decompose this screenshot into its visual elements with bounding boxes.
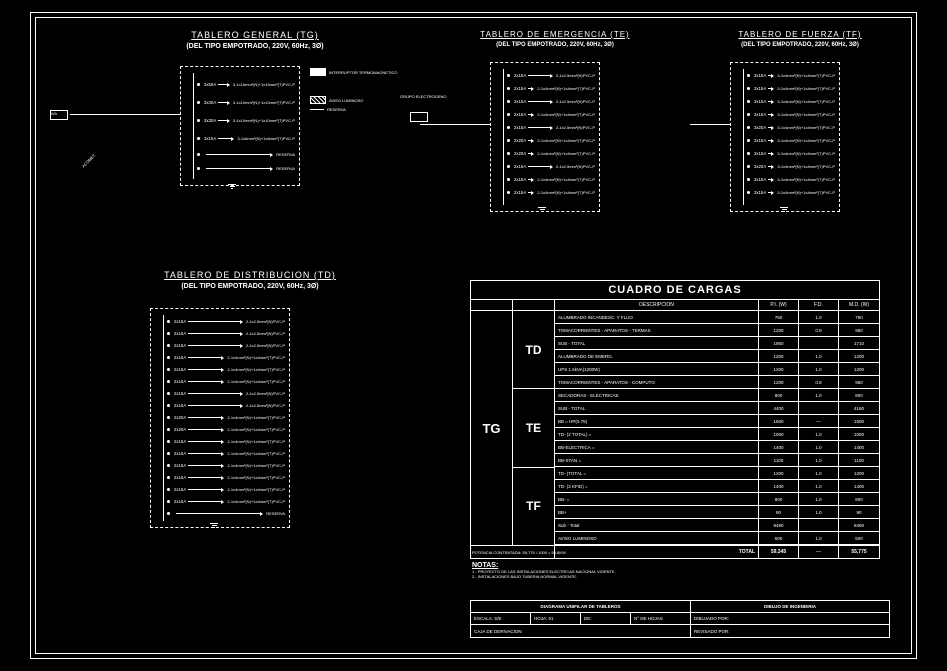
circuit-C-4: 2x15A2-1x4mm²(N)+1x4mm²(T)PVC-P [169, 351, 285, 363]
panel-te: TABLERO DE EMERGENCIA (TE) (DEL TIPO EMP… [440, 30, 670, 214]
circuit-C-10: 2x15A2-1x4mm²(N)+1x4mm²(T)PVC-P [509, 186, 595, 199]
load-row: TD- (2 TOTAL) =10001.01000 [555, 428, 879, 441]
circuit-C-4: 3x15A3-1x4mm²(N)+1x4mm²(T)PVC-P [749, 108, 835, 121]
td-box: 2x15A2-1x2.5mm²(N)PVC-P2x15A2-1x2.5mm²(N… [150, 308, 290, 528]
circuit-C-17: RESERVA [169, 507, 285, 519]
notes: NOTAS: 1.- PROYECTO DE LAS INSTALACIONES… [472, 562, 752, 579]
circuit-C-7: 2x15A2-1x2.5mm²(N)PVC-P [169, 387, 285, 399]
load-row: BB- =8001.0800 [555, 493, 879, 506]
panel-tf-title: TABLERO DE FUERZA (TF) [700, 30, 900, 39]
circuit-C-9: 2x20A2-1x4mm²(N)+1x4mm²(T)PVC-P [169, 411, 285, 423]
load-row: BB = HP(0.75)1500—1500 [555, 415, 879, 428]
panel-tf: TABLERO DE FUERZA (TF) (DEL TIPO EMPOTRA… [700, 30, 900, 214]
load-row: BB-STAN =11001.01100 [555, 454, 879, 467]
circuit-C-4: 2x15A2-1x4mm²(N)+1x4mm²(T)PVC-P [509, 108, 595, 121]
circuit-C-7: 3x15A3-1x4mm²(N)+1x4mm²(T)PVC-P [749, 147, 835, 160]
circuit-C-1: 3x50A3-1x16mm²(N)+1x16mm²(T)PVC-P [199, 75, 295, 93]
panel-td-title: TABLERO DE DISTRIBUCION (TD) [100, 270, 400, 280]
contracted-power: POTENCIA CONTRATADA: 55,775 / 1000 = 55.… [472, 550, 566, 555]
load-row: ALUMBRADO INCANDESC. Y FLUO7501.0750 [555, 311, 879, 324]
circuit-C-1: 3x15A3-1x4mm²(N)+1x4mm²(T)PVC-P [749, 69, 835, 82]
circuit-C-16: 2x15A2-1x4mm²(N)+1x4mm²(T)PVC-P [169, 495, 285, 507]
circuit-C-3: 2x15A2-1x2.5mm²(N)PVC-P [169, 339, 285, 351]
circuit-C-1: 2x15A2-1x2.5mm²(N)PVC-P [169, 315, 285, 327]
circuit-C-10: 3x15A3-1x4mm²(N)+1x4mm²(T)PVC-P [749, 186, 835, 199]
circuit-C-5: 2x15A2-1x2.5mm²(N)PVC-P [509, 121, 595, 134]
circuit-C-6: 3x15A3-1x4mm²(N)+1x4mm²(T)PVC-P [749, 134, 835, 147]
tg-legend: INTERRUPTOR TERMOMAGNETICO AVISO LUMINOS… [310, 68, 398, 115]
load-row: TD- (2 KFID) =14001.01400 [555, 480, 879, 493]
circuit-C-12: 2x15A2-1x4mm²(N)+1x4mm²(T)PVC-P [169, 447, 285, 459]
load-row: BB-ELECTRICA =14001.01400 [555, 441, 879, 454]
panel-td: TABLERO DE DISTRIBUCION (TD) (DEL TIPO E… [100, 270, 400, 530]
circuit-C-11: 2x15A2-1x4mm²(N)+1x4mm²(T)PVC-P [169, 435, 285, 447]
circuit-C-2: 2x15A2-1x4mm²(N)+1x4mm²(T)PVC-P [509, 82, 595, 95]
circuit-C-15: 2x15A2-1x4mm²(N)+1x4mm²(T)PVC-P [169, 483, 285, 495]
load-row: TOMACORRIENTES - APARATOS - TERMAS12000.… [555, 324, 879, 337]
circuit-C-1: 2x15A2-1x2.5mm²(N)PVC-P [509, 69, 595, 82]
circuit-C-6: 2x15A2-1x4mm²(N)+1x4mm²(T)PVC-P [169, 375, 285, 387]
load-table-header: DESCRIPCION P.I. (W) F.D. M.D. (W) [471, 300, 879, 311]
load-row: TOMACORRIENTES - APARATOS - COMPUTO12000… [555, 376, 879, 389]
load-row: TD- (TOTAL =12001.01200 [555, 467, 879, 480]
circuit-C-7: 2x20A2-1x4mm²(N)+1x4mm²(T)PVC-P [509, 147, 595, 160]
load-row: SUB - TOTAL19501710 [555, 337, 879, 350]
te-box: 2x15A2-1x2.5mm²(N)PVC-P2x15A2-1x4mm²(N)+… [490, 62, 600, 212]
circuit-C-5: 3x20A3-1x4mm²(N)+1x4mm²(T)PVC-P [749, 121, 835, 134]
circuit-C-8: 3x20A3-1x4mm²(N)+1x4mm²(T)PVC-P [749, 160, 835, 173]
panel-tg-subtitle: (DEL TIPO EMPOTRADO, 220V, 60Hz, 3Ø) [110, 43, 400, 50]
load-row: ALUMBRADO DE EMERG.12001.01200 [555, 350, 879, 363]
circuit-C-9: 3x15A3-1x4mm²(N)+1x4mm²(T)PVC-P [749, 173, 835, 186]
load-table-title: CUADRO DE CARGAS [471, 281, 879, 300]
load-row: UPS 1.5kVA(1200W)12001.01200 [555, 363, 879, 376]
load-row: AVISO LUMINOSO5001.0500 [555, 532, 879, 545]
panel-te-subtitle: (DEL TIPO EMPOTRADO, 220V, 60Hz, 3Ø) [440, 42, 670, 48]
panel-tg: TABLERO GENERAL (TG) (DEL TIPO EMPOTRADO… [110, 30, 400, 198]
circuit-C-9: 2x15A2-1x4mm²(N)+1x4mm²(T)PVC-P [509, 173, 595, 186]
circuit-C-4: 3x15A3-1x6mm²(N)+1x6mm²(T)PVC-P [199, 129, 295, 147]
circuit-C-3: 3x30A3-1x10mm²(N)+1x10mm²(T)PVC-P [199, 111, 295, 129]
title-block: DIAGRAMA UNIFILAR DE TABLEROS DIBUJO DE … [470, 600, 890, 638]
circuit-C-2: 2x15A2-1x2.5mm²(N)PVC-P [169, 327, 285, 339]
panel-td-subtitle: (DEL TIPO EMPOTRADO, 220V, 60Hz, 3Ø) [100, 283, 400, 290]
circuit-C-3: 2x15A2-1x2.5mm²(N)PVC-P [509, 95, 595, 108]
load-row: SECADORAS - ELECTRICAS8001.0800 [555, 389, 879, 402]
panel-tf-subtitle: (DEL TIPO EMPOTRADO, 220V, 60Hz, 3Ø) [700, 42, 900, 48]
load-table: CUADRO DE CARGAS DESCRIPCION P.I. (W) F.… [470, 280, 880, 559]
load-table-body: TG TDTETF ALUMBRADO INCANDESC. Y FLUO750… [471, 311, 879, 545]
circuit-C-14: 2x15A2-1x4mm²(N)+1x4mm²(T)PVC-P [169, 471, 285, 483]
circuit-C-6: 2x20A2-1x4mm²(N)+1x4mm²(T)PVC-P [509, 134, 595, 147]
circuit-C-8: 2x15A2-1x2.5mm²(N)PVC-P [169, 399, 285, 411]
tf-box: 3x15A3-1x4mm²(N)+1x4mm²(T)PVC-P3x15A3-1x… [730, 62, 840, 212]
meter-block: Wh [50, 110, 68, 120]
load-row: Sub - Total84908490 [555, 519, 879, 532]
circuit-C-2: 3x30A3-1x10mm²(N)+1x10mm²(T)PVC-P [199, 93, 295, 111]
circuit-C-3: 3x15A3-1x4mm²(N)+1x4mm²(T)PVC-P [749, 95, 835, 108]
tg-box: 3x50A3-1x16mm²(N)+1x16mm²(T)PVC-P3x30A3-… [180, 66, 300, 186]
load-row: SUB - TOTAL44004160 [555, 402, 879, 415]
circuit-C-2: 3x15A3-1x4mm²(N)+1x4mm²(T)PVC-P [749, 82, 835, 95]
circuit-C-13: 2x15A2-1x4mm²(N)+1x4mm²(T)PVC-P [169, 459, 285, 471]
panel-tg-title: TABLERO GENERAL (TG) [110, 30, 400, 40]
circuit-C-8: 2x15A2-1x2.5mm²(N)PVC-P [509, 160, 595, 173]
circuit-C-10: 2x20A2-1x4mm²(N)+1x4mm²(T)PVC-P [169, 423, 285, 435]
load-row: BB+901.090 [555, 506, 879, 519]
circuit-C-5: 2x15A2-1x4mm²(N)+1x4mm²(T)PVC-P [169, 363, 285, 375]
panel-te-title: TABLERO DE EMERGENCIA (TE) [440, 30, 670, 39]
